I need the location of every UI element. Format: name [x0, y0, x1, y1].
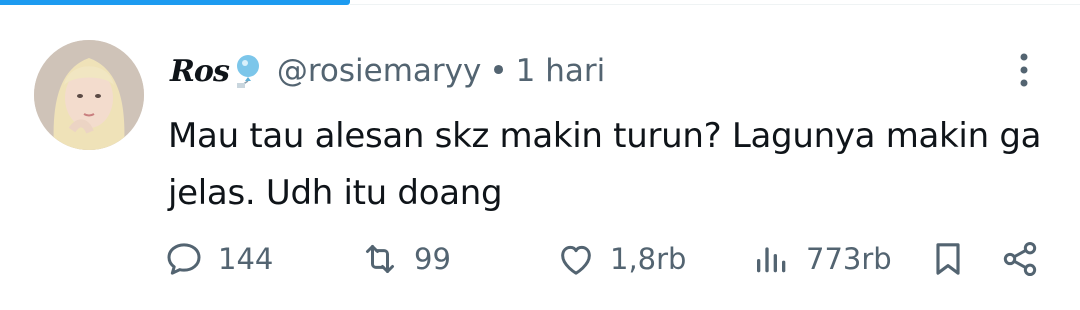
- tweet-text: Mau tau alesan skz makin turun? Lagunya …: [168, 116, 1042, 213]
- like-button[interactable]: 1,8rb: [556, 236, 686, 282]
- reply-icon: [164, 239, 204, 279]
- balloon-emoji-icon: [233, 54, 263, 88]
- reply-button[interactable]: 144: [164, 236, 273, 282]
- timestamp[interactable]: 1 hari: [516, 53, 606, 89]
- views-icon: [752, 239, 792, 279]
- like-count: 1,8rb: [610, 242, 687, 276]
- avatar[interactable]: [34, 40, 144, 150]
- share-button[interactable]: [1000, 236, 1040, 282]
- bookmark-icon: [928, 239, 968, 279]
- user-handle[interactable]: @rosiemaryy: [277, 53, 482, 89]
- separator-dot: •: [489, 53, 508, 89]
- views-count: 773rb: [806, 242, 892, 276]
- retweet-count: 99: [414, 242, 451, 276]
- like-icon: [556, 239, 596, 279]
- tweet-header: Ros @rosiemaryy • 1 hari: [170, 46, 605, 96]
- bookmark-button[interactable]: [928, 236, 968, 282]
- tab-indicator: [0, 0, 350, 5]
- divider: [350, 4, 1080, 5]
- display-name[interactable]: Ros: [170, 54, 230, 89]
- share-icon: [1000, 239, 1040, 279]
- retweet-icon: [360, 239, 400, 279]
- more-icon[interactable]: [1010, 50, 1038, 90]
- views-button[interactable]: 773rb: [752, 236, 892, 282]
- retweet-button[interactable]: 99: [360, 236, 451, 282]
- reply-count: 144: [218, 242, 274, 276]
- action-bar: 144 99 1,8rb 773rb: [164, 236, 1054, 282]
